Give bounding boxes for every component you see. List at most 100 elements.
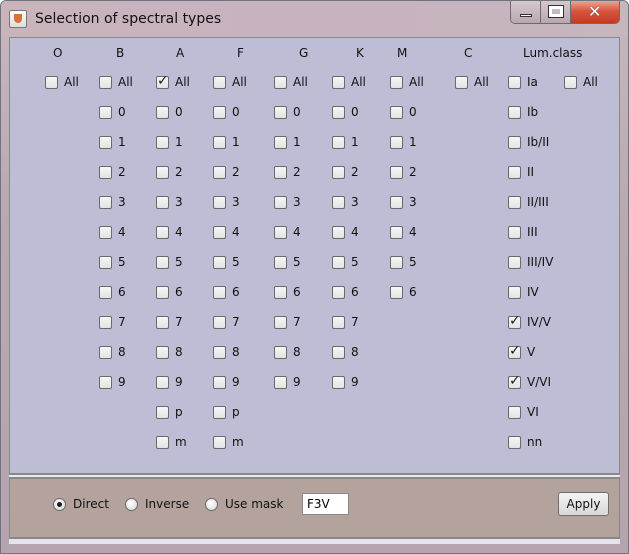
checkbox-box[interactable] [213,375,226,389]
checkbox-box[interactable] [390,165,403,179]
checkbox-box[interactable] [156,345,169,359]
checkbox-lum-vi[interactable]: VI [508,405,539,419]
checkbox-box[interactable] [213,165,226,179]
checkbox-f-4[interactable]: 4 [213,225,240,239]
checkbox-f-6[interactable]: 6 [213,285,240,299]
checkbox-a-4[interactable]: 4 [156,225,183,239]
checkbox-box[interactable] [508,75,521,89]
checkbox-box[interactable] [274,75,287,89]
checkbox-box[interactable] [274,165,287,179]
checkbox-box[interactable] [156,105,169,119]
mode-use-mask-radio[interactable]: Use mask [205,497,283,511]
checkbox-m-3[interactable]: 3 [390,195,417,209]
checkbox-box[interactable] [156,225,169,239]
checkbox-a-all[interactable]: All [156,73,190,89]
checkbox-g-2[interactable]: 2 [274,165,301,179]
checkbox-g-5[interactable]: 5 [274,255,301,269]
checkbox-b-2[interactable]: 2 [99,165,126,179]
checkbox-k-2[interactable]: 2 [332,165,359,179]
checkbox-box[interactable] [274,105,287,119]
checkbox-lum-v-vi[interactable]: V/VI [508,373,551,389]
checkbox-box[interactable] [99,195,112,209]
checkbox-box[interactable] [156,285,169,299]
checkbox-box[interactable] [213,105,226,119]
checkbox-b-5[interactable]: 5 [99,255,126,269]
checkbox-box[interactable] [213,225,226,239]
checkbox-box[interactable] [99,225,112,239]
checkbox-box[interactable] [390,105,403,119]
checkbox-box[interactable] [332,285,345,299]
radio-inverse-indicator[interactable] [125,497,138,511]
checkbox-a-2[interactable]: 2 [156,165,183,179]
checkbox-g-3[interactable]: 3 [274,195,301,209]
checkbox-k-3[interactable]: 3 [332,195,359,209]
checkbox-box[interactable] [332,315,345,329]
checkbox-lum-v[interactable]: V [508,343,535,359]
checkbox-f-p[interactable]: p [213,405,240,419]
checkbox-box[interactable] [390,75,403,89]
checkbox-box[interactable] [508,225,521,239]
checkbox-box[interactable] [99,255,112,269]
checkbox-g-8[interactable]: 8 [274,345,301,359]
checkbox-box[interactable] [508,255,521,269]
checkbox-box[interactable] [332,195,345,209]
checkbox-box[interactable] [390,195,403,209]
checkbox-box[interactable] [156,135,169,149]
checkbox-lum-ii-iii[interactable]: II/III [508,195,549,209]
close-button[interactable]: ✕ [571,1,619,23]
checkbox-k-all[interactable]: All [332,75,366,89]
checkbox-b-7[interactable]: 7 [99,315,126,329]
checkbox-a-m[interactable]: m [156,435,187,449]
checkbox-box[interactable] [213,135,226,149]
checkbox-g-6[interactable]: 6 [274,285,301,299]
checkbox-box[interactable] [332,135,345,149]
checkbox-box[interactable] [508,285,521,299]
checkbox-f-8[interactable]: 8 [213,345,240,359]
checkbox-lum-nn[interactable]: nn [508,435,542,449]
checkbox-lum-iv[interactable]: IV [508,285,539,299]
checkbox-box[interactable] [156,255,169,269]
checkbox-box[interactable] [99,345,112,359]
checkbox-a-8[interactable]: 8 [156,345,183,359]
checkbox-k-6[interactable]: 6 [332,285,359,299]
checkbox-f-9[interactable]: 9 [213,375,240,389]
checkbox-m-5[interactable]: 5 [390,255,417,269]
checkbox-b-1[interactable]: 1 [99,135,126,149]
checkbox-box[interactable] [213,195,226,209]
checkbox-box[interactable] [508,165,521,179]
checkbox-a-7[interactable]: 7 [156,315,183,329]
checkbox-k-5[interactable]: 5 [332,255,359,269]
minimize-button[interactable] [511,1,541,23]
checkbox-a-p[interactable]: p [156,405,183,419]
checkbox-box[interactable] [274,135,287,149]
checkbox-m-all[interactable]: All [390,75,424,89]
checkbox-m-2[interactable]: 2 [390,165,417,179]
checkbox-k-7[interactable]: 7 [332,315,359,329]
checkbox-box[interactable] [332,105,345,119]
checkbox-box[interactable] [508,405,521,419]
checkbox-box[interactable] [99,285,112,299]
checkbox-box[interactable] [213,405,226,419]
checkbox-lum-ia[interactable]: Ia [508,75,538,89]
checkbox-b-3[interactable]: 3 [99,195,126,209]
checkbox-lum-iii-iv[interactable]: III/IV [508,255,553,269]
checkbox-box[interactable] [508,105,521,119]
checkbox-box[interactable] [45,75,58,89]
checkbox-lum-ib-ii[interactable]: Ib/II [508,135,549,149]
checkbox-box[interactable] [508,343,521,359]
checkbox-box[interactable] [274,315,287,329]
checkbox-box[interactable] [213,345,226,359]
checkbox-m-0[interactable]: 0 [390,105,417,119]
checkbox-box[interactable] [213,315,226,329]
checkbox-box[interactable] [332,255,345,269]
checkbox-f-7[interactable]: 7 [213,315,240,329]
checkbox-box[interactable] [213,285,226,299]
mask-input[interactable] [302,493,349,515]
checkbox-box[interactable] [390,255,403,269]
checkbox-box[interactable] [213,435,226,449]
checkbox-box[interactable] [332,225,345,239]
apply-button[interactable]: Apply [558,492,609,516]
checkbox-a-0[interactable]: 0 [156,105,183,119]
checkbox-k-4[interactable]: 4 [332,225,359,239]
checkbox-box[interactable] [508,195,521,209]
